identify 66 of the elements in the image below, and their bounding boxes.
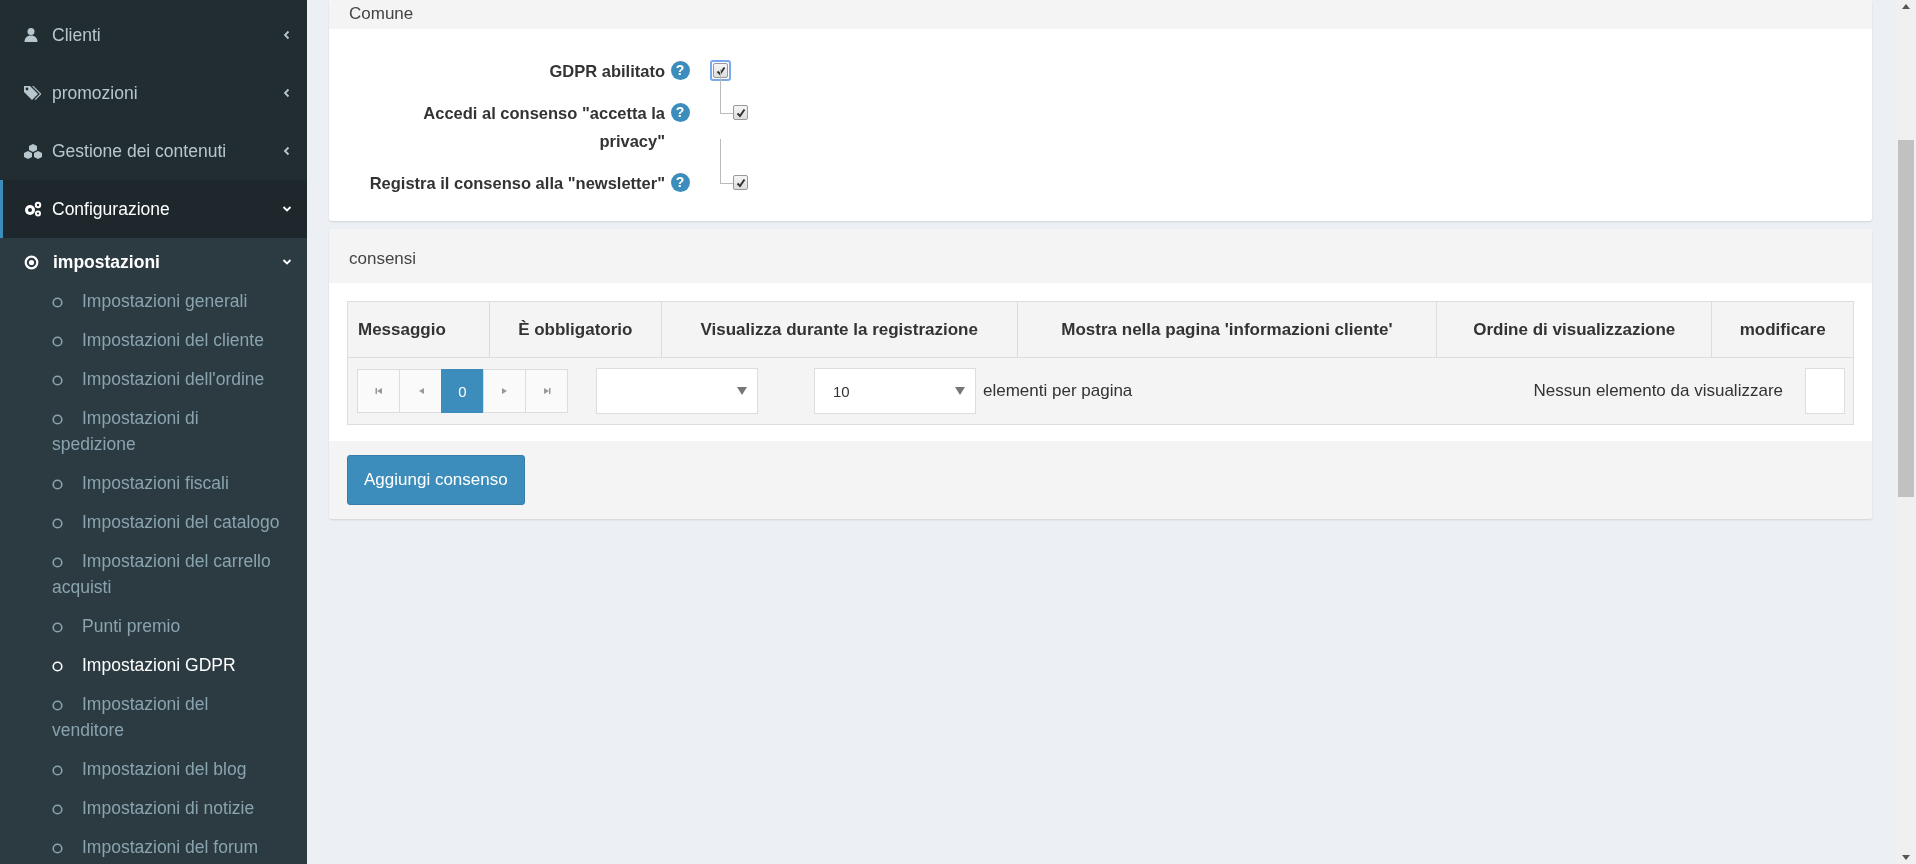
column-header[interactable]: È obbligatorio xyxy=(489,301,662,358)
next-page-button[interactable] xyxy=(483,369,526,413)
circle-icon xyxy=(52,296,63,308)
submenu-link[interactable]: Impostazioni di spedizione xyxy=(0,399,307,464)
help-icon[interactable]: ? xyxy=(670,173,690,192)
user-icon xyxy=(23,27,39,43)
submenu-link[interactable]: Punti premio xyxy=(0,607,307,646)
submenu-link[interactable]: Impostazioni di notizie xyxy=(0,789,307,828)
card-title: Comune xyxy=(329,0,1872,29)
dropdown[interactable] xyxy=(596,368,758,414)
circle-icon xyxy=(52,335,63,347)
checkbox[interactable] xyxy=(733,175,748,190)
gears-icon xyxy=(23,201,43,217)
column-header[interactable]: Ordine di visualizzazione xyxy=(1436,301,1712,358)
help-icon[interactable]: ? xyxy=(670,103,690,122)
last-page-icon xyxy=(541,386,552,396)
submenu-link[interactable]: Impostazioni del blog xyxy=(0,750,307,789)
tag-icon xyxy=(23,85,41,101)
circle-icon xyxy=(52,803,63,815)
submenu-link[interactable]: Impostazioni del carrello acquisti xyxy=(0,542,307,607)
circle-icon xyxy=(52,374,63,386)
sidebar-item[interactable]: promozioni xyxy=(0,64,307,122)
setting-label: GDPR abilitato xyxy=(548,61,665,82)
circle-icon xyxy=(52,556,63,568)
circle-icon xyxy=(52,621,63,633)
circle-icon xyxy=(52,478,63,490)
circle-icon xyxy=(52,764,63,776)
add-consent-button[interactable]: Aggiungi consenso xyxy=(347,455,525,505)
submenu-link[interactable]: Impostazioni del cliente xyxy=(0,321,307,360)
refresh-button[interactable] xyxy=(1805,368,1845,414)
submenu-link[interactable]: Impostazioni del forum xyxy=(0,828,307,864)
submenu-link[interactable]: Impostazioni fiscali xyxy=(0,464,307,503)
submenu-link[interactable]: Impostazioni generali xyxy=(0,282,307,321)
circle-icon xyxy=(52,699,63,711)
previous-page-button[interactable] xyxy=(399,369,442,413)
card-title: consensi xyxy=(329,229,1872,283)
last-page-button[interactable] xyxy=(525,369,568,413)
column-header[interactable]: Messaggio xyxy=(347,301,490,358)
circle-icon xyxy=(52,660,63,672)
checkbox[interactable] xyxy=(733,105,748,120)
circle-icon xyxy=(52,413,63,425)
column-header[interactable]: Mostra nella pagina 'informazioni cliente' xyxy=(1017,301,1437,358)
caret-icon xyxy=(955,387,965,395)
page-button[interactable]: 0 xyxy=(441,369,484,413)
sidebar-item[interactable]: Clienti xyxy=(0,6,307,64)
column-header[interactable]: Visualizza durante la registrazione xyxy=(661,301,1018,358)
setting-label: Registra il consenso alla "newsletter" xyxy=(368,173,665,194)
page-size-dropdown[interactable]: 10 xyxy=(814,368,976,414)
submenu-link[interactable]: Impostazioni del venditore xyxy=(0,685,307,750)
sidebar-item[interactable]: Gestione dei contenuti xyxy=(0,122,307,180)
cubes-icon xyxy=(23,143,43,159)
menu-group[interactable]: impostazioni xyxy=(0,242,307,282)
circle-icon xyxy=(52,517,63,529)
caret-icon xyxy=(737,387,747,395)
submenu-link[interactable]: Impostazioni GDPR xyxy=(0,646,307,685)
setting-label: Accedi al consenso "accetta la privacy" xyxy=(422,103,665,152)
submenu-link[interactable]: Impostazioni dell'ordine xyxy=(0,360,307,399)
radio-icon xyxy=(24,254,39,270)
submenu-link[interactable]: Impostazioni del catalogo xyxy=(0,503,307,542)
help-icon[interactable]: ? xyxy=(670,61,690,80)
circle-icon xyxy=(52,842,63,854)
sidebar-item[interactable]: Configurazione xyxy=(0,180,307,238)
page-size-label: elementi per pagina xyxy=(983,381,1133,401)
first-page-icon xyxy=(373,386,384,396)
column-header[interactable]: modificare xyxy=(1711,301,1854,358)
empty-message: Nessun elemento da visualizzare xyxy=(1533,381,1783,401)
